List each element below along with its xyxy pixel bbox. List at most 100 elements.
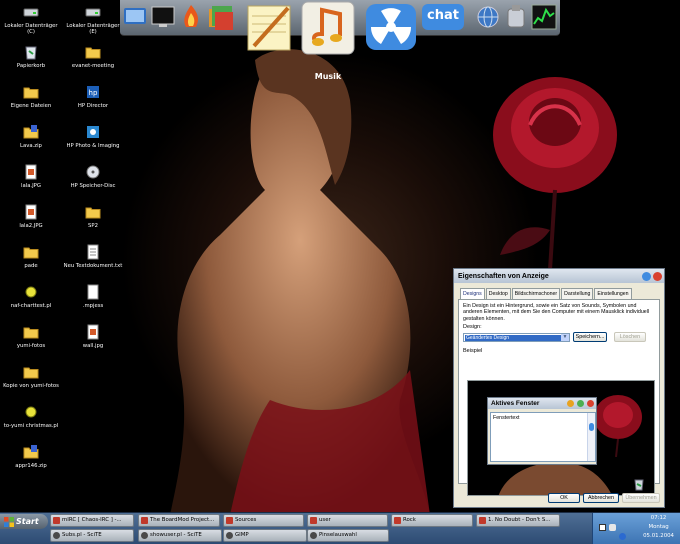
svg-text:hp: hp bbox=[89, 89, 98, 97]
folder-icon bbox=[23, 367, 39, 379]
apply-button[interactable]: Übernehmen bbox=[622, 493, 660, 503]
taskbar-button[interactable]: user bbox=[307, 514, 388, 527]
desktop-icon-item[interactable]: wall.jpg bbox=[62, 324, 124, 349]
design-preview: Aktives Fenster Fenstertext bbox=[467, 380, 655, 496]
start-button[interactable]: Start bbox=[0, 514, 48, 529]
desktop-icon-item[interactable]: Lava.zip bbox=[0, 124, 62, 149]
folder-icon bbox=[23, 87, 39, 99]
desktop-icon-item[interactable]: Kopie von yumi-fotos bbox=[0, 364, 62, 389]
preview-window-title: Aktives Fenster bbox=[488, 398, 596, 409]
delete-design-button[interactable]: Löschen bbox=[614, 332, 646, 343]
file-icon bbox=[87, 284, 99, 300]
desktop-icon-item[interactable]: naf-charttest.pl bbox=[0, 284, 62, 309]
desktop-icon-item[interactable]: evanet-meeting bbox=[62, 44, 124, 69]
desktop-icon-label: wall.jpg bbox=[82, 343, 104, 349]
image-file-icon bbox=[25, 204, 37, 220]
dialog-footer-buttons: OK Abbrechen Übernehmen bbox=[548, 493, 660, 503]
desktop-icon-item[interactable]: hp HP Director bbox=[62, 84, 124, 109]
taskbar-button[interactable]: Pinselauswahl bbox=[307, 529, 389, 542]
desktop-icon-item[interactable]: lala.JPG bbox=[0, 164, 62, 189]
folder-icon bbox=[226, 517, 233, 524]
tab-darstellung[interactable]: Darstellung bbox=[561, 288, 594, 299]
taskbar-button[interactable]: showuser.pl - SciTE bbox=[138, 529, 222, 542]
taskbar-button[interactable]: Subs.pl - SciTE bbox=[50, 529, 134, 542]
desktop-icon-label: SP2 bbox=[88, 223, 98, 229]
taskbar-button-label: mIRC [ Chaos-IRC ] -... bbox=[62, 517, 122, 523]
globe-icon[interactable] bbox=[476, 5, 500, 29]
desktop-icon-label: HP Photo & Imaging bbox=[66, 143, 120, 149]
close-button[interactable] bbox=[653, 272, 662, 281]
desktop-icon-item[interactable]: HP Speicher-Disc bbox=[62, 164, 124, 189]
desktop-icon-item[interactable]: SP2 bbox=[62, 204, 124, 229]
desktop-icon-item[interactable]: appr146.zip bbox=[0, 444, 62, 469]
design-select[interactable]: Geändertes Design ▼ bbox=[463, 332, 570, 342]
notepad-icon[interactable] bbox=[242, 0, 298, 56]
folder-icon bbox=[23, 327, 39, 339]
save-design-button[interactable]: Speichern... bbox=[573, 332, 607, 343]
desktop-icon-item[interactable]: lala2.JPG bbox=[0, 204, 62, 229]
desktop-icon-item[interactable]: yumi-fotos bbox=[0, 324, 62, 349]
taskbar-button[interactable]: 1. No Doubt - Don't S... bbox=[476, 514, 560, 527]
wallpaper-figure bbox=[170, 49, 430, 515]
desktop-icon-item[interactable]: Papierkorb bbox=[0, 44, 62, 69]
monitor-icon[interactable] bbox=[150, 4, 176, 30]
fire-icon[interactable] bbox=[178, 3, 204, 31]
taskbar-button[interactable]: GIMP bbox=[223, 529, 307, 542]
folder-stack-icon[interactable] bbox=[206, 3, 236, 33]
image-file-icon bbox=[87, 324, 99, 340]
start-label: Start bbox=[16, 517, 39, 526]
volume-icon[interactable] bbox=[609, 524, 616, 531]
zip-icon bbox=[23, 445, 39, 459]
tab-bildschirmschoner[interactable]: Bildschirmschoner bbox=[511, 288, 561, 299]
music-icon[interactable] bbox=[300, 0, 356, 56]
preview-scrollbar bbox=[587, 413, 595, 461]
close-icon bbox=[587, 400, 594, 407]
preview-active-window: Aktives Fenster Fenstertext bbox=[487, 397, 597, 465]
taskbar-button[interactable]: Rock bbox=[391, 514, 473, 527]
desktop-icon[interactable] bbox=[122, 4, 148, 30]
taskbar-button-label: Rock bbox=[403, 517, 416, 523]
tab-einstellungen[interactable]: Einstellungen bbox=[594, 288, 632, 299]
taskbar-button-label: Pinselauswahl bbox=[319, 532, 357, 538]
desktop-icon-label: Lava.zip bbox=[20, 143, 42, 149]
desktop-icon-item[interactable]: Lokaler Datenträger (E) bbox=[62, 4, 124, 35]
help-button[interactable] bbox=[642, 272, 651, 281]
launcher-active-label: Musik bbox=[314, 72, 342, 81]
desktop-icon-label: appr146.zip bbox=[15, 463, 47, 469]
dialog-title: Eigenschaften von Anzeige bbox=[458, 272, 549, 280]
ok-button[interactable]: OK bbox=[548, 493, 580, 503]
chat-icon[interactable]: chat bbox=[422, 4, 464, 30]
taskbar-button[interactable]: The BoardMod Project... bbox=[138, 514, 220, 527]
tray-app-icon[interactable] bbox=[619, 533, 626, 540]
system-tray: 07:12 Montag 05.01.2004 bbox=[592, 513, 680, 544]
radiation-icon[interactable] bbox=[364, 2, 418, 52]
system-monitor-icon[interactable] bbox=[531, 4, 557, 30]
tab-desktop[interactable]: Desktop bbox=[485, 288, 511, 299]
clock[interactable]: 07:12 Montag 05.01.2004 bbox=[643, 514, 674, 541]
desktop-icon-item[interactable]: Neu Textdokument.txt bbox=[62, 244, 124, 269]
taskbar-button[interactable]: Sources bbox=[223, 514, 304, 527]
drive-icon bbox=[85, 8, 101, 17]
media-player-icon bbox=[479, 517, 486, 524]
network-icon[interactable] bbox=[599, 524, 606, 531]
tab-designs[interactable]: Designs bbox=[460, 288, 485, 299]
preview-window-title-text: Aktives Fenster bbox=[491, 400, 540, 407]
cancel-button[interactable]: Abbrechen bbox=[583, 493, 619, 503]
design-description: Ein Design ist ein Hintergrund, sowie ei… bbox=[463, 303, 650, 322]
taskbar-button-label: Sources bbox=[235, 517, 257, 523]
perl-icon bbox=[25, 286, 37, 298]
desktop-icon-item[interactable]: HP Photo & Imaging bbox=[62, 124, 124, 149]
desktop-icon-item[interactable]: pade bbox=[0, 244, 62, 269]
desktop-icon-item[interactable]: .mpjess bbox=[62, 284, 124, 309]
text-file-icon bbox=[87, 244, 99, 260]
taskbar-button-label: Subs.pl - SciTE bbox=[62, 532, 102, 538]
taskbar-button[interactable]: mIRC [ Chaos-IRC ] -... bbox=[50, 514, 134, 527]
chevron-down-icon[interactable]: ▼ bbox=[561, 333, 569, 341]
desktop-icon-item[interactable]: Eigene Dateien bbox=[0, 84, 62, 109]
desktop-icon-label: Kopie von yumi-fotos bbox=[3, 383, 59, 389]
desktop-icon-item[interactable]: Lokaler Datenträger (C) bbox=[0, 4, 62, 35]
desktop-icon-item[interactable]: to-yumi christmas.pl bbox=[0, 404, 62, 429]
taskbar-button-label: showuser.pl - SciTE bbox=[150, 532, 202, 538]
desktop-icon-label: to-yumi christmas.pl bbox=[3, 423, 59, 429]
tools-icon[interactable] bbox=[503, 3, 529, 31]
